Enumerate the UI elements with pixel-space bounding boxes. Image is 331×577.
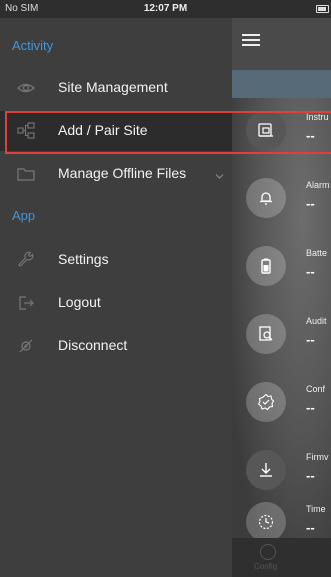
folder-icon	[17, 165, 35, 183]
status-bar: No SIM 12:07 PM	[0, 0, 331, 18]
logout-icon	[17, 294, 35, 312]
bottom-tab-config[interactable]: Config	[232, 538, 331, 577]
tile-value: --	[306, 468, 315, 483]
tile-battery[interactable]: Batte --	[232, 238, 331, 298]
hamburger-menu-icon[interactable]	[242, 34, 260, 46]
wrench-icon	[17, 251, 35, 269]
tile-label: Time	[306, 504, 326, 514]
chevron-down-icon[interactable]	[215, 168, 224, 179]
battery-status-icon	[316, 5, 329, 13]
tile-firmware[interactable]: Firmv --	[232, 442, 331, 502]
config-tab-icon	[260, 544, 276, 560]
tile-configuration[interactable]: Conf --	[232, 374, 331, 434]
section-title-app: App	[12, 208, 36, 223]
download-icon	[246, 450, 286, 490]
section-title-activity: Activity	[12, 38, 54, 53]
main-panel: Instru -- Alarm -- Batte -- Audit -- Con…	[232, 18, 331, 577]
tile-value: --	[306, 520, 315, 535]
tile-label: Firmv	[306, 452, 329, 462]
tile-label: Batte	[306, 248, 328, 258]
menu-item-logout[interactable]: Logout	[0, 283, 232, 323]
menu-item-label: Settings	[58, 251, 109, 267]
tile-value: --	[306, 196, 315, 211]
menu-item-settings[interactable]: Settings	[0, 240, 232, 280]
tile-label: Audit	[306, 316, 327, 326]
tile-alarm[interactable]: Alarm --	[232, 170, 331, 230]
menu-item-label: Manage Offline Files	[58, 165, 187, 181]
tile-label: Conf	[306, 384, 326, 394]
tile-value: --	[306, 332, 315, 347]
selection-highlight	[5, 111, 331, 154]
menu-item-manage-offline-files[interactable]: Manage Offline Files	[0, 154, 232, 194]
timer-icon	[246, 502, 286, 542]
tile-label: Alarm	[306, 180, 330, 190]
menu-item-site-management[interactable]: Site Management	[0, 68, 232, 108]
clock: 12:07 PM	[143, 3, 188, 14]
config-gear-icon	[246, 382, 286, 422]
navigation-drawer: Activity Site Management Add / Pair Site…	[0, 18, 232, 577]
audit-icon	[246, 314, 286, 354]
top-bar	[232, 18, 331, 70]
menu-item-disconnect[interactable]: Disconnect	[0, 326, 232, 366]
menu-item-label: Disconnect	[58, 337, 128, 353]
tile-value: --	[306, 264, 315, 279]
menu-item-label: Logout	[58, 294, 101, 310]
hero-banner	[232, 70, 331, 100]
disconnect-icon	[17, 337, 35, 355]
menu-item-label: Site Management	[58, 79, 168, 95]
config-tab-label: Config	[254, 562, 278, 571]
tile-value: --	[306, 400, 315, 415]
battery-icon	[246, 246, 286, 286]
tile-audit[interactable]: Audit --	[232, 306, 331, 366]
eye-icon	[17, 79, 35, 97]
alarm-bell-icon	[246, 178, 286, 218]
